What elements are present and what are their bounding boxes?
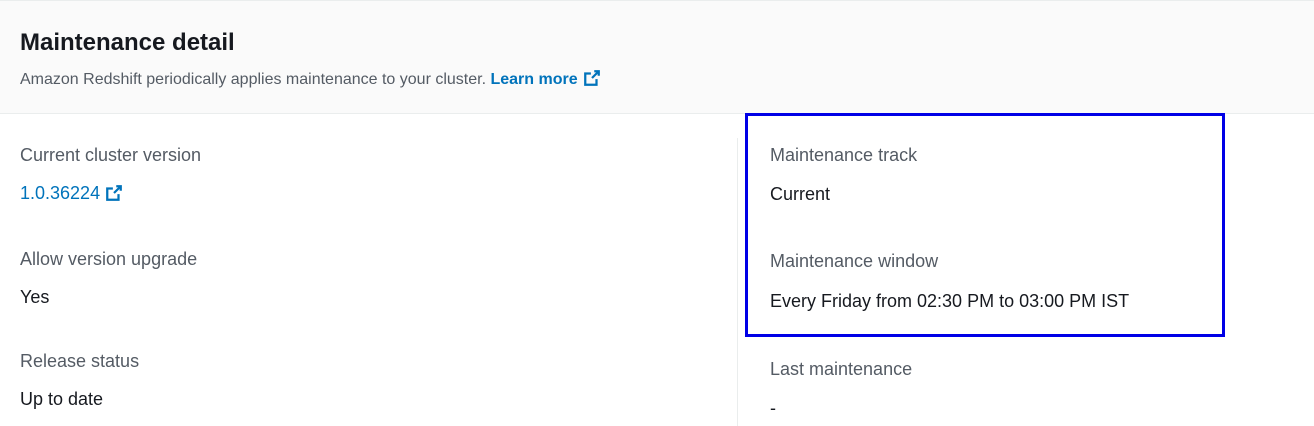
cluster-version-value: 1.0.36224: [20, 183, 101, 203]
column-divider: [737, 138, 738, 426]
external-link-icon: [105, 184, 123, 202]
last-maintenance-label: Last maintenance: [770, 359, 913, 379]
cluster-version-label: Current cluster version: [20, 145, 202, 165]
release-status-value: Up to date: [20, 389, 104, 409]
learn-more-label: Learn more: [490, 71, 578, 88]
panel-description: Amazon Redshift periodically applies mai…: [20, 69, 601, 89]
highlight-box: [745, 113, 1225, 337]
maintenance-detail-panel: Maintenance detail Amazon Redshift perio…: [0, 0, 1314, 426]
cluster-version-link[interactable]: 1.0.36224: [20, 183, 123, 204]
panel-title: Maintenance detail: [20, 29, 235, 56]
allow-upgrade-value: Yes: [20, 287, 50, 307]
panel-header: Maintenance detail Amazon Redshift perio…: [0, 0, 1314, 114]
release-status-label: Release status: [20, 351, 140, 371]
description-text: Amazon Redshift periodically applies mai…: [20, 71, 487, 88]
external-link-icon: [583, 69, 601, 87]
allow-upgrade-label: Allow version upgrade: [20, 249, 198, 269]
learn-more-link[interactable]: Learn more: [490, 69, 601, 88]
last-maintenance-value: -: [770, 398, 776, 418]
